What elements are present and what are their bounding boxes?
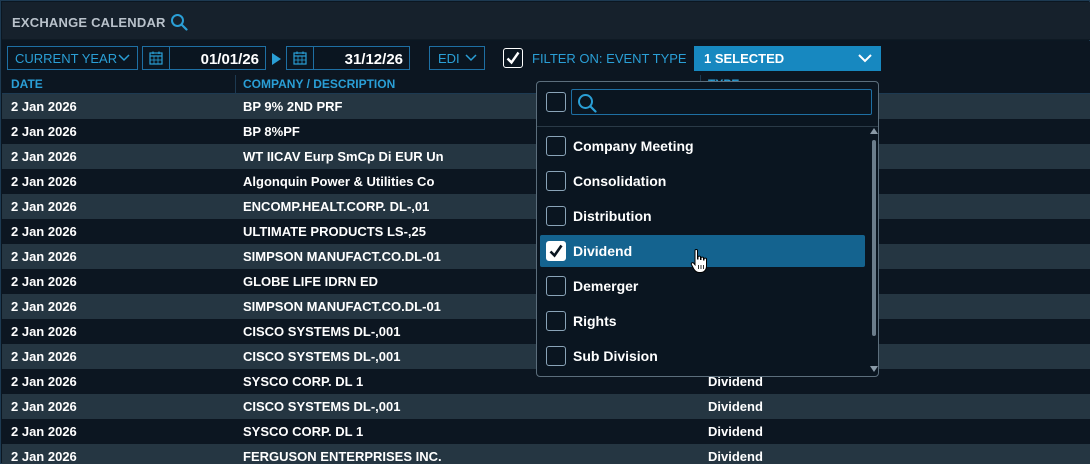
cell-company: CISCO SYSTEMS DL-,001 [243, 349, 401, 364]
option-item[interactable]: Demerger [540, 270, 865, 302]
cell-company: BP 8%PF [243, 124, 300, 139]
scrollbar-thumb[interactable] [872, 140, 876, 336]
checkmark-icon [549, 244, 563, 258]
arrow-right-icon [272, 53, 281, 65]
search-icon[interactable] [170, 13, 188, 31]
cell-company: Algonquin Power & Utilities Co [243, 174, 435, 189]
option-label: Distribution [573, 208, 652, 224]
cell-date: 2 Jan 2026 [11, 274, 77, 289]
table-row[interactable]: 2 Jan 2026 FERGUSON ENTERPRISES INC. Divid… [2, 444, 1090, 464]
calendar-icon[interactable] [149, 51, 163, 65]
chevron-down-icon [858, 54, 872, 63]
cell-date: 2 Jan 2026 [11, 199, 77, 214]
table-row[interactable]: 2 Jan 2026 CISCO SYSTEMS DL-,001 Dividend [2, 394, 1090, 419]
cell-date: 2 Jan 2026 [11, 249, 77, 264]
option-label: Consolidation [573, 173, 667, 189]
option-checkbox[interactable] [546, 136, 566, 156]
option-item[interactable]: Company Meeting [540, 130, 865, 162]
option-label: Company Meeting [573, 138, 694, 154]
search-icon [578, 94, 597, 113]
option-item[interactable]: Sub Division [540, 340, 865, 372]
cell-company: BP 9% 2ND PRF [243, 99, 343, 114]
column-divider[interactable] [235, 75, 236, 93]
cell-company: WT IICAV Eurp SmCp Di EUR Un [243, 149, 444, 164]
option-checkbox[interactable] [546, 346, 566, 366]
cell-company: CISCO SYSTEMS DL-,001 [243, 324, 401, 339]
option-item[interactable]: Consolidation [540, 165, 865, 197]
cell-company: ENCOMP.HEALT.CORP. DL-,01 [243, 199, 430, 214]
cell-company: SYSCO CORP. DL 1 [243, 374, 364, 389]
title-bar: EXCHANGE CALENDAR [2, 2, 1090, 40]
option-label: Rights [573, 313, 617, 329]
event-type-popup: Company Meeting Consolidation Distribution… [536, 81, 879, 377]
option-label: Dividend [573, 243, 633, 259]
cell-company: SIMPSON MANUFACT.CO.DL-01 [243, 299, 441, 314]
filter-label: FILTER ON: EVENT TYPE [532, 51, 687, 66]
select-all-checkbox[interactable] [546, 92, 566, 112]
cell-company: ULTIMATE PRODUCTS LS-,25 [243, 224, 426, 239]
option-search-field[interactable] [571, 89, 872, 115]
cell-type: Dividend [708, 424, 763, 439]
option-checkbox[interactable] [546, 241, 566, 261]
selection-count: 1 SELECTED [704, 51, 785, 66]
event-type-dropdown[interactable]: 1 SELECTED [694, 46, 881, 71]
option-item[interactable]: Distribution [540, 200, 865, 232]
option-checkbox[interactable] [546, 206, 566, 226]
cell-date: 2 Jan 2026 [11, 174, 77, 189]
option-checkbox[interactable] [546, 276, 566, 296]
cell-date: 2 Jan 2026 [11, 449, 77, 464]
cell-type: Dividend [708, 449, 763, 464]
cell-date: 2 Jan 2026 [11, 99, 77, 114]
chevron-down-icon [118, 54, 130, 62]
cell-date: 2 Jan 2026 [11, 324, 77, 339]
scroll-down-icon[interactable] [870, 366, 878, 372]
field-divider [313, 47, 314, 69]
toolbar: CURRENT YEAR 01/01/26 31/12/26 EDI FILTE… [2, 41, 1090, 75]
source-label: EDI [438, 51, 460, 66]
scroll-up-icon[interactable] [870, 128, 878, 134]
period-dropdown[interactable]: CURRENT YEAR [7, 46, 138, 70]
app-window: EXCHANGE CALENDAR CURRENT YEAR 01/01/26 … [0, 0, 1090, 464]
cell-company: GLOBE LIFE IDRN ED [243, 274, 379, 289]
column-header-date[interactable]: DATE [11, 77, 43, 91]
table-row[interactable]: 2 Jan 2026 SYSCO CORP. DL 1 Dividend [2, 419, 1090, 444]
field-divider [169, 47, 170, 69]
option-label: Demerger [573, 278, 639, 294]
column-header-company[interactable]: COMPANY / DESCRIPTION [243, 77, 395, 91]
period-label: CURRENT YEAR [15, 51, 118, 66]
cell-company: SYSCO CORP. DL 1 [243, 424, 364, 439]
checkmark-icon [506, 51, 520, 65]
date-to-value: 31/12/26 [344, 51, 403, 68]
cell-company: CISCO SYSTEMS DL-,001 [243, 399, 401, 414]
cell-date: 2 Jan 2026 [11, 424, 77, 439]
date-from-field[interactable]: 01/01/26 [142, 46, 266, 70]
option-checkbox[interactable] [546, 311, 566, 331]
cell-date: 2 Jan 2026 [11, 124, 77, 139]
source-dropdown[interactable]: EDI [429, 46, 485, 70]
hand-pointer-icon [690, 249, 707, 273]
filter-checkbox[interactable] [503, 48, 523, 68]
option-label: Sub Division [573, 348, 658, 364]
option-item[interactable]: Rights [540, 305, 865, 337]
calendar-icon[interactable] [293, 51, 307, 65]
cell-company: FERGUSON ENTERPRISES INC. [243, 449, 442, 464]
cell-date: 2 Jan 2026 [11, 399, 77, 414]
cell-date: 2 Jan 2026 [11, 299, 77, 314]
cell-date: 2 Jan 2026 [11, 374, 77, 389]
date-from-value: 01/01/26 [200, 51, 259, 68]
option-checkbox[interactable] [546, 171, 566, 191]
chevron-down-icon [465, 54, 477, 62]
cell-date: 2 Jan 2026 [11, 149, 77, 164]
cell-company: SIMPSON MANUFACT.CO.DL-01 [243, 249, 441, 264]
cell-date: 2 Jan 2026 [11, 349, 77, 364]
cell-date: 2 Jan 2026 [11, 224, 77, 239]
date-to-field[interactable]: 31/12/26 [286, 46, 410, 70]
cell-type: Dividend [708, 399, 763, 414]
page-title: EXCHANGE CALENDAR [12, 15, 166, 30]
